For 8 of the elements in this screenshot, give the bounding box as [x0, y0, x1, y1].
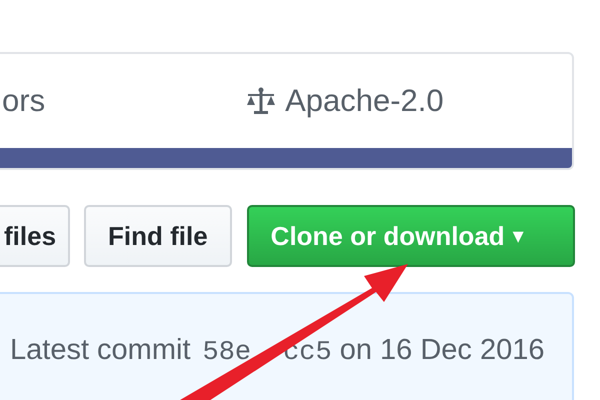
files-button[interactable]: files — [0, 205, 70, 267]
contributors-link[interactable]: ors — [2, 83, 46, 119]
license-link[interactable]: Apache-2.0 — [245, 83, 444, 119]
commit-hash-link[interactable]: 58e — [202, 338, 252, 368]
find-file-button[interactable]: Find file — [84, 205, 232, 267]
latest-commit-label: Latest commit — [10, 334, 190, 367]
commit-date-text: on 16 Dec 2016 — [340, 334, 544, 367]
scale-icon — [245, 85, 278, 117]
